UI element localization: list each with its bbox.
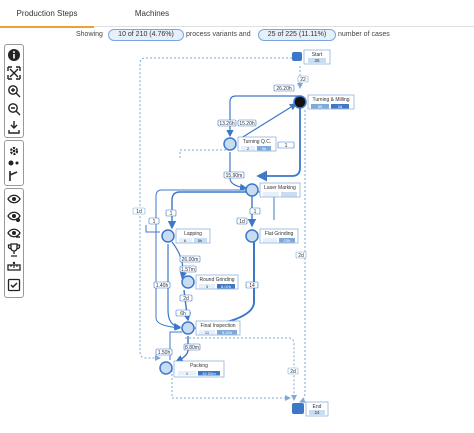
edge-fi-to-pack-2[interactable]: [169, 331, 182, 360]
svg-text:Laser Marking: Laser Marking: [264, 185, 296, 191]
svg-text:13.26h: 13.26h: [219, 121, 235, 127]
svg-text:24: 24: [314, 410, 320, 415]
edge-label-qc-tm: 15.20h: [237, 119, 257, 127]
edge-tm-to-qc[interactable]: [226, 95, 300, 138]
svg-text:23h: 23h: [284, 238, 291, 243]
svg-text:26.00m: 26.00m: [182, 257, 199, 263]
edge-label-lm-fg: 1: [249, 207, 261, 215]
edge-label-lap-rg: 26.00m: [179, 255, 201, 263]
edge-label-qc-left: 1: [148, 217, 160, 225]
edge-qc-to-lm[interactable]: [229, 152, 248, 191]
edge-qc-left[interactable]: [179, 149, 230, 160]
edge-label-lm-lap: 1: [165, 209, 177, 217]
svg-text:15.90m: 15.90m: [226, 173, 243, 179]
svg-text:1d: 1d: [136, 209, 142, 215]
edge-label-fg-fi: 14: [245, 281, 259, 289]
edge-label-rg-fi: 2d: [179, 294, 193, 302]
svg-text:6h: 6h: [180, 311, 186, 317]
svg-text:Turning & Milling: Turning & Milling: [312, 97, 349, 103]
edge-label-lm-fi: 6h: [175, 309, 191, 317]
process-map: 22 26.20h 13.26h 15.20h 1 15.90m 1d 1 1 …: [132, 49, 355, 417]
edge-label-tm-lm: 15.90m: [223, 171, 245, 179]
svg-text:42.50m: 42.50m: [202, 371, 216, 376]
svg-text:69: 69: [318, 104, 323, 109]
svg-text:2d: 2d: [183, 296, 189, 302]
edge-label-lm-right: 1d: [236, 217, 248, 225]
edge-label-fi-pack: 8.80m: [183, 343, 201, 351]
svg-text:1: 1: [170, 211, 173, 217]
edge-label-start-tm: 22: [297, 75, 309, 83]
svg-text:5.20h: 5.20h: [222, 330, 232, 335]
edge-lap-loop[interactable]: [145, 225, 160, 233]
svg-text:2d: 2d: [338, 104, 342, 109]
node-round-grinding[interactable]: Round Grinding 3 8.02h: [181, 274, 239, 290]
edge-label-rg-left: 1.57m: [179, 265, 197, 273]
edge-label-pack-end: 2d: [287, 367, 299, 375]
node-lapping[interactable]: Lapping 6 5h: [161, 228, 211, 244]
edge-label-tm-self: 26.20h: [273, 84, 295, 92]
svg-text:2d: 2d: [298, 253, 304, 259]
svg-text:1.50h: 1.50h: [158, 350, 171, 356]
svg-text:8.02h: 8.02h: [221, 284, 231, 289]
svg-text:Round Grinding: Round Grinding: [199, 277, 234, 283]
svg-text:1.40h: 1.40h: [156, 283, 169, 289]
node-laser-marking[interactable]: Laser Marking: [245, 182, 301, 198]
edge-lm-to-lapping[interactable]: [167, 191, 248, 230]
edge-label-lap-fi: 1.40h: [153, 281, 171, 289]
svg-text:25: 25: [314, 58, 320, 63]
node-turning-milling[interactable]: Turning & Milling 69 2d: [293, 94, 355, 110]
edge-label-left-loop: 1d: [132, 207, 146, 215]
svg-text:5h: 5h: [262, 146, 266, 151]
node-flat-grinding[interactable]: Flat Grinding 23h: [245, 228, 299, 244]
svg-text:1.57m: 1.57m: [181, 267, 195, 273]
svg-text:1: 1: [153, 219, 156, 225]
svg-text:1: 1: [254, 209, 257, 215]
edge-label-tm-qc: 13.26h: [217, 119, 237, 127]
svg-text:22: 22: [300, 77, 306, 83]
svg-text:Final Inspection: Final Inspection: [200, 323, 235, 329]
svg-text:1: 1: [285, 143, 288, 149]
edge-start-to-packing[interactable]: [139, 57, 296, 361]
node-packing[interactable]: Packing 1 42.50m: [159, 360, 225, 378]
edge-label-qc-lm: 1: [277, 141, 295, 149]
svg-text:15.20h: 15.20h: [239, 121, 255, 127]
node-final-inspection[interactable]: Final Inspection 11 5.20h: [181, 320, 241, 336]
svg-text:Turning Q.C.: Turning Q.C.: [243, 139, 271, 145]
svg-text:5h: 5h: [198, 238, 202, 243]
svg-text:Flat Grinding: Flat Grinding: [265, 231, 294, 237]
node-end[interactable]: End 24: [292, 401, 329, 417]
svg-text:26.20h: 26.20h: [276, 86, 292, 92]
svg-text:8.80m: 8.80m: [185, 345, 199, 351]
svg-text:Lapping: Lapping: [184, 231, 202, 237]
edge-label-fi-pack2: 1.50h: [155, 348, 173, 356]
svg-text:Packing: Packing: [190, 363, 208, 369]
svg-text:14: 14: [249, 283, 255, 289]
edge-label-right-loop: 2d: [295, 251, 307, 259]
node-turning-qc[interactable]: Turning Q.C. 2 5h: [223, 136, 277, 152]
svg-text:1d: 1d: [239, 219, 245, 225]
svg-text:2d: 2d: [290, 369, 296, 375]
node-start[interactable]: Start 25: [292, 49, 331, 65]
